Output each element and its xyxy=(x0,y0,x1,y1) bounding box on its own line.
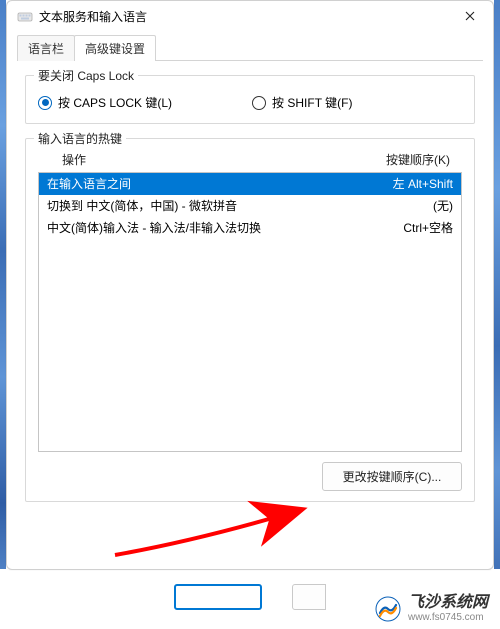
tab-content: 要关闭 Caps Lock 按 CAPS LOCK 键(L) 按 SHIFT 键… xyxy=(7,61,493,530)
hotkeys-group-title: 输入语言的热键 xyxy=(34,130,126,147)
radio-caps-lock-key[interactable]: 按 CAPS LOCK 键(L) xyxy=(38,94,172,111)
capslock-group-title: 要关闭 Caps Lock xyxy=(34,67,138,84)
col-header-action: 操作 xyxy=(44,151,346,168)
radio-label: 按 CAPS LOCK 键(L) xyxy=(58,94,172,111)
list-item-keys: (无) xyxy=(343,197,453,215)
tab-advanced-keys[interactable]: 高级键设置 xyxy=(74,35,156,61)
list-item[interactable]: 切换到 中文(简体，中国) - 微软拼音 (无) xyxy=(39,195,461,217)
watermark-text: 飞沙系统网 www.fs0745.com xyxy=(408,594,488,623)
close-button[interactable] xyxy=(447,1,493,31)
capslock-radio-row: 按 CAPS LOCK 键(L) 按 SHIFT 键(F) xyxy=(38,88,462,111)
window-title: 文本服务和输入语言 xyxy=(39,8,447,25)
list-item-action: 中文(简体)输入法 - 输入法/非输入法切换 xyxy=(47,219,343,237)
app-icon xyxy=(17,8,33,24)
watermark-url: www.fs0745.com xyxy=(408,612,488,623)
radio-label: 按 SHIFT 键(F) xyxy=(272,94,352,111)
dialog-text-services: 文本服务和输入语言 语言栏 高级键设置 要关闭 Caps Lock 按 CAPS… xyxy=(6,0,494,570)
list-item[interactable]: 在输入语言之间 左 Alt+Shift xyxy=(39,173,461,195)
list-item-action: 切换到 中文(简体，中国) - 微软拼音 xyxy=(47,197,343,215)
capslock-group: 要关闭 Caps Lock 按 CAPS LOCK 键(L) 按 SHIFT 键… xyxy=(25,75,475,124)
hotkeys-button-row: 更改按键顺序(C)... xyxy=(38,452,462,491)
radio-icon xyxy=(252,96,266,110)
hotkeys-listbox[interactable]: 在输入语言之间 左 Alt+Shift 切换到 中文(简体，中国) - 微软拼音… xyxy=(38,172,462,452)
tab-language-bar[interactable]: 语言栏 xyxy=(17,35,75,61)
watermark-name: 飞沙系统网 xyxy=(408,594,488,612)
desktop-bg-right xyxy=(494,0,500,629)
radio-icon xyxy=(38,96,52,110)
list-item-keys: 左 Alt+Shift xyxy=(343,175,453,193)
list-item-action: 在输入语言之间 xyxy=(47,175,343,193)
change-key-sequence-button[interactable]: 更改按键顺序(C)... xyxy=(322,462,462,491)
watermark: 飞沙系统网 www.fs0745.com xyxy=(374,594,488,623)
other-button-partial[interactable] xyxy=(292,584,326,610)
close-icon xyxy=(465,11,475,21)
watermark-logo-icon xyxy=(374,595,402,623)
list-item-keys: Ctrl+空格 xyxy=(343,219,453,237)
ok-button[interactable] xyxy=(174,584,262,610)
col-header-keys: 按键顺序(K) xyxy=(346,151,456,168)
titlebar: 文本服务和输入语言 xyxy=(7,1,493,31)
tab-strip: 语言栏 高级键设置 xyxy=(7,31,493,61)
list-item[interactable]: 中文(简体)输入法 - 输入法/非输入法切换 Ctrl+空格 xyxy=(39,217,461,239)
hotkeys-list-header: 操作 按键顺序(K) xyxy=(38,151,462,172)
hotkeys-group: 输入语言的热键 操作 按键顺序(K) 在输入语言之间 左 Alt+Shift 切… xyxy=(25,138,475,502)
radio-shift-key[interactable]: 按 SHIFT 键(F) xyxy=(252,94,352,111)
